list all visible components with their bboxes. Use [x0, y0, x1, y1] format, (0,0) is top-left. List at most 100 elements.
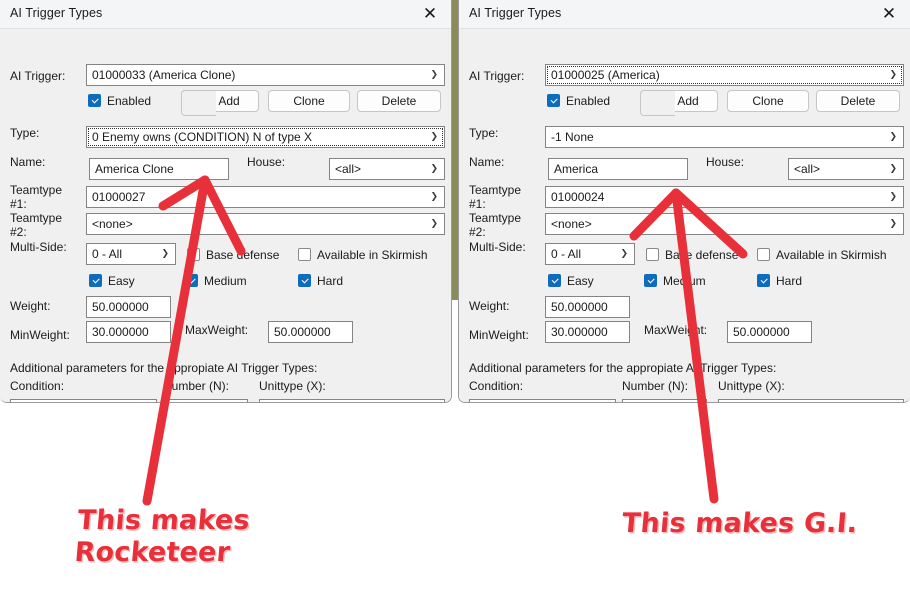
ai-trigger-value: 01000033 (America Clone) — [92, 68, 236, 82]
chevron-down-icon: ❯ — [430, 132, 438, 142]
condition-combobox[interactable]: less than ❯ — [469, 399, 616, 402]
name-value: America Clone — [95, 162, 174, 176]
additional-params-text: Additional parameters for the appropiate… — [10, 361, 318, 375]
house-combobox[interactable]: <all> ❯ — [788, 158, 904, 180]
weight-label: Weight: — [10, 299, 51, 313]
available-skirmish-label: Available in Skirmish — [317, 248, 428, 262]
base-defense-checkbox[interactable]: Base defense — [646, 248, 738, 262]
teamtype2-label: Teamtype #2: — [10, 211, 63, 239]
teamtype2-value: <none> — [92, 217, 133, 231]
minweight-input[interactable]: 30.000000 — [86, 321, 171, 343]
teamtype1-value: 01000027 — [92, 190, 146, 204]
available-skirmish-checkbox[interactable]: Available in Skirmish — [298, 248, 428, 262]
weight-label: Weight: — [469, 299, 510, 313]
unittype-label: Unittype (X): — [718, 379, 785, 393]
minweight-label: MinWeight: — [469, 328, 529, 342]
available-skirmish-checkbox[interactable]: Available in Skirmish — [757, 248, 887, 262]
minweight-label: MinWeight: — [10, 328, 70, 342]
hard-label: Hard — [776, 274, 803, 288]
multiside-combobox[interactable]: 0 - All ❯ — [545, 243, 635, 265]
title-bar[interactable]: AI Trigger Types ✕ — [459, 0, 910, 29]
clone-button[interactable]: Clone — [727, 90, 809, 112]
maxweight-label: MaxWeight: — [644, 323, 708, 337]
chevron-down-icon: ❯ — [430, 70, 438, 80]
multiside-combobox[interactable]: 0 - All ❯ — [86, 243, 176, 265]
add-button[interactable]: Add — [181, 90, 259, 116]
chevron-down-icon: ❯ — [601, 400, 609, 402]
minweight-value: 30.000000 — [551, 325, 608, 339]
medium-checkbox[interactable]: Medium — [185, 274, 247, 288]
number-input[interactable]: 0 — [622, 399, 707, 402]
weight-input[interactable]: 50.000000 — [545, 296, 630, 318]
hard-checkbox[interactable]: Hard — [757, 274, 802, 288]
ai-trigger-label: AI Trigger: — [469, 69, 525, 83]
teamtype1-combobox[interactable]: 01000024 ❯ — [545, 186, 904, 208]
enabled-checkbox[interactable]: Enabled — [547, 94, 610, 108]
teamtype2-combobox[interactable]: <none> ❯ — [86, 213, 445, 235]
type-value: 0 Enemy owns (CONDITION) N of type X — [92, 130, 313, 144]
type-combobox[interactable]: -1 None ❯ — [545, 126, 904, 148]
add-button[interactable]: Add — [640, 90, 718, 116]
house-label: House: — [247, 155, 286, 169]
base-defense-checkbox[interactable]: Base defense — [187, 248, 279, 262]
condition-combobox[interactable]: greater than or equal to ❯ — [10, 399, 157, 402]
chevron-down-icon: ❯ — [889, 219, 897, 229]
chevron-down-icon: ❯ — [889, 132, 897, 142]
house-combobox[interactable]: <all> ❯ — [329, 158, 445, 180]
condition-value: greater than or equal to — [16, 400, 156, 402]
delete-button[interactable]: Delete — [357, 90, 441, 112]
ai-trigger-value: 01000025 (America) — [551, 68, 660, 82]
close-icon[interactable]: ✕ — [413, 0, 447, 28]
annotation-text-right: This makes G.I. — [620, 508, 859, 539]
ai-trigger-combobox[interactable]: 01000033 (America Clone) ❯ — [86, 64, 445, 86]
weight-value: 50.000000 — [551, 300, 608, 314]
base-defense-label: Base defense — [665, 248, 739, 262]
hard-checkbox[interactable]: Hard — [298, 274, 343, 288]
delete-label: Delete — [381, 94, 417, 108]
teamtype2-combobox[interactable]: <none> ❯ — [545, 213, 904, 235]
delete-button[interactable]: Delete — [816, 90, 900, 112]
maxweight-input[interactable]: 50.000000 — [268, 321, 353, 343]
teamtype1-combobox[interactable]: 01000027 ❯ — [86, 186, 445, 208]
close-icon[interactable]: ✕ — [872, 0, 906, 28]
teamtype2-value: <none> — [551, 217, 592, 231]
name-label: Name: — [469, 155, 505, 169]
add-label: Add — [218, 94, 240, 108]
minweight-input[interactable]: 30.000000 — [545, 321, 630, 343]
condition-value: less than — [475, 400, 615, 402]
name-input[interactable]: America — [548, 158, 688, 180]
maxweight-value: 50.000000 — [274, 325, 331, 339]
chevron-down-icon: ❯ — [161, 249, 169, 259]
teamtype2-label: Teamtype #2: — [469, 211, 522, 239]
chevron-down-icon: ❯ — [430, 164, 438, 174]
chevron-down-icon: ❯ — [620, 249, 628, 259]
maxweight-input[interactable]: 50.000000 — [727, 321, 812, 343]
easy-checkbox[interactable]: Easy — [89, 274, 135, 288]
ai-trigger-combobox[interactable]: 01000025 (America) ❯ — [545, 64, 904, 86]
condition-label: Condition: — [10, 379, 65, 393]
chevron-down-icon: ❯ — [430, 400, 438, 402]
weight-input[interactable]: 50.000000 — [86, 296, 171, 318]
enabled-label: Enabled — [566, 94, 611, 108]
type-combobox[interactable]: 0 Enemy owns (CONDITION) N of type X ❯ — [86, 126, 445, 148]
unittype-combobox[interactable]: NACNST ❯ — [259, 399, 445, 402]
number-input[interactable]: 1 — [163, 399, 248, 402]
medium-checkbox[interactable]: Medium — [644, 274, 706, 288]
unittype-combobox[interactable]: ❯ — [718, 399, 904, 402]
title-bar[interactable]: AI Trigger Types ✕ — [0, 0, 451, 29]
medium-label: Medium — [204, 274, 247, 288]
easy-label: Easy — [108, 274, 135, 288]
chevron-down-icon: ❯ — [430, 192, 438, 202]
teamtype1-label: Teamtype #1: — [10, 183, 63, 211]
window-title: AI Trigger Types — [469, 6, 562, 20]
dialog-client-area: AI Trigger: 01000025 (America) ❯ Enabled… — [459, 29, 910, 402]
type-label: Type: — [469, 126, 499, 140]
base-defense-label: Base defense — [206, 248, 280, 262]
name-input[interactable]: America Clone — [89, 158, 229, 180]
easy-checkbox[interactable]: Easy — [548, 274, 594, 288]
enabled-checkbox[interactable]: Enabled — [88, 94, 151, 108]
clone-button[interactable]: Clone — [268, 90, 350, 112]
ai-trigger-label: AI Trigger: — [10, 69, 66, 83]
number-label: Number (N): — [622, 379, 689, 393]
easy-label: Easy — [567, 274, 594, 288]
